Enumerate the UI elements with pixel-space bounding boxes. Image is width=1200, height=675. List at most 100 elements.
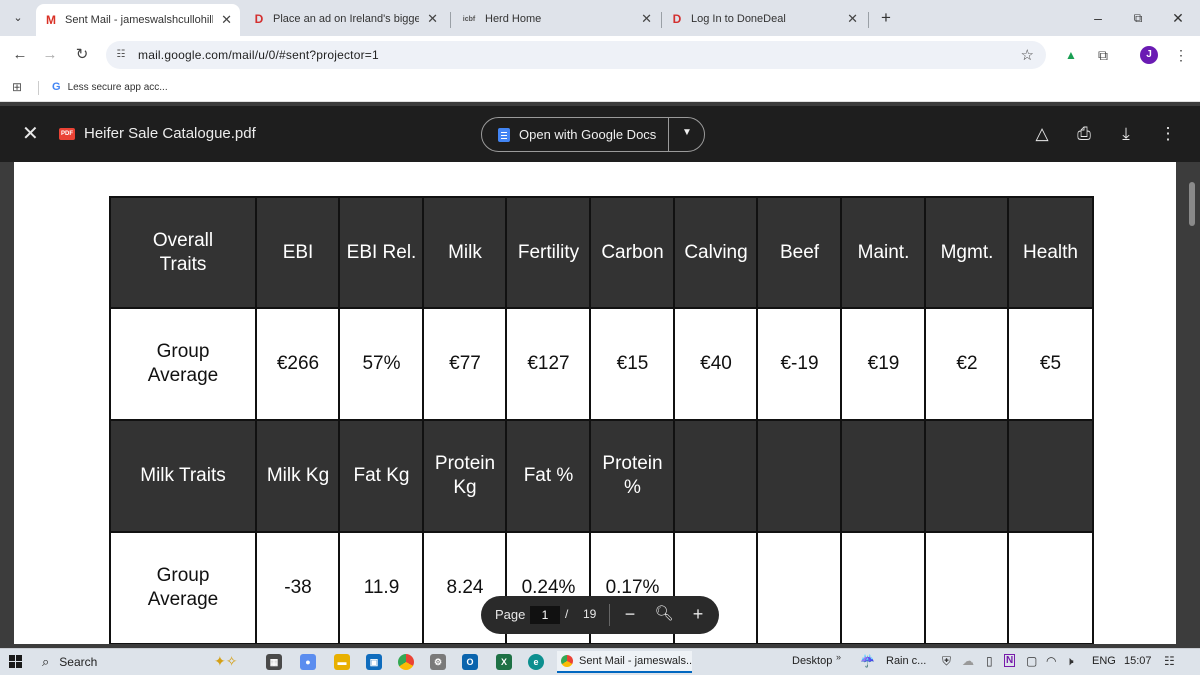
forward-arrow-icon[interactable]: → (40, 45, 60, 65)
google-docs-icon (498, 128, 510, 142)
task-view-icon[interactable]: ▦ (266, 654, 282, 670)
search-label: Search (59, 655, 98, 669)
header-cell: Beef (756, 196, 843, 309)
language-indicator[interactable]: ENG (1092, 655, 1116, 667)
outlook-icon[interactable]: O (462, 654, 478, 670)
data-cell (924, 531, 1010, 644)
taskbar-search[interactable]: ⌕ Search ✦✧ (34, 651, 264, 673)
tab-title: Place an ad on Ireland's biggest (273, 13, 420, 25)
notifications-icon[interactable]: ☷ (1164, 654, 1175, 668)
battery-icon[interactable]: ▯ (986, 654, 993, 668)
edge-icon[interactable]: e (528, 654, 544, 670)
header-cell: Protein Kg (422, 419, 508, 533)
tab-gmail[interactable]: M Sent Mail - jameswalshcullohill ✕ (36, 4, 240, 36)
security-icon[interactable]: ⛨ (942, 654, 951, 669)
browser-menu-icon[interactable]: ⋮ (1172, 46, 1190, 64)
button-divider (668, 118, 669, 151)
tab-herd-home[interactable]: icbf Herd Home ✕ (452, 6, 660, 32)
print-icon[interactable]: ⎙ (1073, 123, 1095, 145)
add-to-drive-icon[interactable]: △ (1031, 123, 1053, 145)
scrollbar[interactable] (1186, 162, 1200, 644)
file-explorer-icon[interactable]: ▬ (334, 654, 350, 670)
data-cell (1007, 531, 1094, 644)
header-cell: Fat Kg (338, 419, 425, 533)
address-bar[interactable]: ☷ mail.google.com/mail/u/0/#sent?project… (106, 41, 1046, 69)
widgets-icon[interactable]: ● (300, 654, 316, 670)
close-viewer-icon[interactable]: ✕ (22, 124, 39, 144)
tab-divider (450, 12, 451, 28)
data-cell: Group Average (109, 531, 257, 644)
url-text[interactable]: mail.google.com/mail/u/0/#sent?projector… (138, 48, 379, 62)
header-cell: Mgmt. (924, 196, 1010, 309)
profile-avatar[interactable]: J (1140, 46, 1158, 64)
close-window-icon[interactable]: ✕ (1168, 8, 1188, 28)
header-cell: Milk Traits (109, 419, 257, 533)
reload-icon[interactable]: ↻ (72, 45, 92, 65)
pdf-file-icon: PDF (59, 128, 75, 140)
desktop-toolbar[interactable]: Desktop (792, 655, 832, 667)
windows-taskbar: ⌕ Search ✦✧ ▦ ● ▬ ▣ ⚙ O X e Sent Mail - … (0, 648, 1200, 675)
tab-divider (868, 12, 869, 28)
minimize-icon[interactable]: – (1088, 8, 1108, 28)
chevron-right-icon[interactable]: » (836, 652, 841, 662)
page-separator: / (565, 607, 569, 621)
apps-grid-icon[interactable]: ⊞ (10, 80, 24, 94)
settings-gear-icon[interactable]: ⚙ (430, 654, 446, 670)
download-icon[interactable]: ⤓ (1115, 123, 1137, 145)
weather-text[interactable]: Rain c... (886, 655, 926, 667)
zoom-in-icon[interactable]: + (687, 603, 709, 625)
extensions-puzzle-icon[interactable]: ⧉ (1094, 46, 1112, 64)
bookmark-star-icon[interactable]: ☆ (1021, 46, 1034, 64)
data-cell: €127 (505, 307, 592, 421)
volume-icon[interactable]: 🕨︎ (1066, 654, 1074, 669)
header-cell: Maint. (840, 196, 927, 309)
data-cell: €5 (1007, 307, 1094, 421)
weather-rain-icon[interactable]: ☔ (860, 654, 875, 668)
bookmark-divider (38, 81, 39, 95)
header-cell: EBI Rel. (338, 196, 425, 309)
data-cell: -38 (255, 531, 341, 644)
tab-close-icon[interactable]: ✕ (641, 11, 652, 27)
open-with-google-docs-button[interactable]: Open with Google Docs ▼ (481, 117, 705, 152)
site-settings-icon[interactable]: ☷ (114, 48, 128, 62)
tab-donedeal-ad[interactable]: D Place an ad on Ireland's biggest ✕ (244, 6, 446, 32)
store-icon[interactable]: ▣ (366, 654, 382, 670)
scrollbar-thumb[interactable] (1189, 182, 1195, 226)
icbf-icon: icbf (462, 15, 476, 23)
taskbar-chrome-gmail[interactable]: Sent Mail - jameswals... (557, 651, 692, 673)
data-cell: €15 (589, 307, 676, 421)
bookmarks-bar: ⊞ G Less secure app acc... (0, 74, 1200, 102)
bookmark-less-secure-app[interactable]: G Less secure app acc... (52, 81, 168, 93)
chrome-icon[interactable] (398, 654, 414, 670)
tab-close-icon[interactable]: ✕ (221, 12, 232, 28)
header-cell: Fat % (505, 419, 592, 533)
onenote-icon[interactable]: N (1004, 654, 1016, 667)
zoom-out-icon[interactable]: − (619, 603, 641, 625)
cloud-icon[interactable]: ☁ (962, 654, 974, 668)
more-options-icon[interactable]: ⋮ (1157, 123, 1179, 145)
zoom-magnifier-icon[interactable]: 🔍︎ (653, 603, 675, 625)
bookmark-label: Less secure app acc... (67, 81, 168, 93)
wifi-icon[interactable]: ◠ (1046, 654, 1056, 668)
clock[interactable]: 15:07 (1124, 655, 1152, 667)
tab-close-icon[interactable]: ✕ (847, 11, 858, 27)
restore-icon[interactable]: ⧉ (1128, 8, 1148, 28)
tab-search-chevron-icon[interactable]: ⌄ (8, 8, 28, 28)
windows-start-icon[interactable] (9, 655, 23, 669)
pdf-page: Overall Traits EBI EBI Rel. Milk Fertility Ca… (14, 162, 1176, 644)
back-arrow-icon[interactable]: ← (10, 45, 30, 65)
data-cell (840, 531, 927, 644)
drive-extension-icon[interactable]: ▲ (1062, 46, 1080, 64)
controls-divider (609, 604, 610, 626)
page-number-input[interactable]: 1 (530, 606, 560, 624)
data-cell: €19 (840, 307, 927, 421)
new-tab-plus-icon[interactable]: + (876, 8, 896, 28)
tab-close-icon[interactable]: ✕ (427, 11, 438, 27)
chrome-icon (561, 655, 573, 667)
page-controls: Page 1 / 19 − 🔍︎ + (481, 596, 719, 634)
excel-icon[interactable]: X (496, 654, 512, 670)
tab-donedeal-login[interactable]: D Log In to DoneDeal ✕ (662, 6, 866, 32)
caret-down-icon[interactable]: ▼ (682, 127, 692, 138)
camera-icon[interactable]: ▢ (1026, 654, 1037, 668)
tab-title: Sent Mail - jameswalshcullohill (65, 14, 214, 26)
